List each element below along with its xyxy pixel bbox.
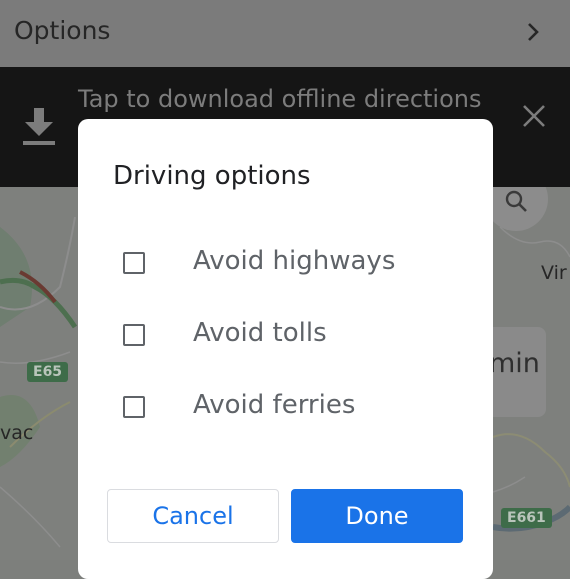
road-badge-e661: E661 [501,508,552,528]
dialog-title: Driving options [113,161,311,191]
download-icon [22,108,56,152]
close-icon[interactable] [522,104,546,132]
checkbox-avoid-tolls[interactable] [123,324,145,346]
map-place-label: Vir [541,262,567,284]
driving-options-dialog: Driving options Avoid highways Avoid tol… [78,119,493,579]
cancel-button[interactable]: Cancel [107,489,279,543]
offline-banner-message: Tap to download offline directions [78,85,482,113]
road-badge-e65: E65 [27,362,69,382]
option-label: Avoid tolls [193,318,327,348]
checkbox-avoid-ferries[interactable] [123,396,145,418]
checkbox-avoid-highways[interactable] [123,252,145,274]
option-label: Avoid highways [193,246,396,276]
option-avoid-tolls[interactable]: Avoid tolls [78,310,493,366]
eta-fragment: min [489,348,540,379]
search-icon [505,190,527,212]
option-avoid-ferries[interactable]: Avoid ferries [78,382,493,438]
option-label: Avoid ferries [193,390,356,420]
options-row[interactable]: Options [0,0,570,67]
map-place-label: vac [0,422,34,444]
options-label: Options [14,16,111,45]
done-button[interactable]: Done [291,489,463,543]
chevron-right-icon [526,22,542,46]
option-avoid-highways[interactable]: Avoid highways [78,238,493,294]
